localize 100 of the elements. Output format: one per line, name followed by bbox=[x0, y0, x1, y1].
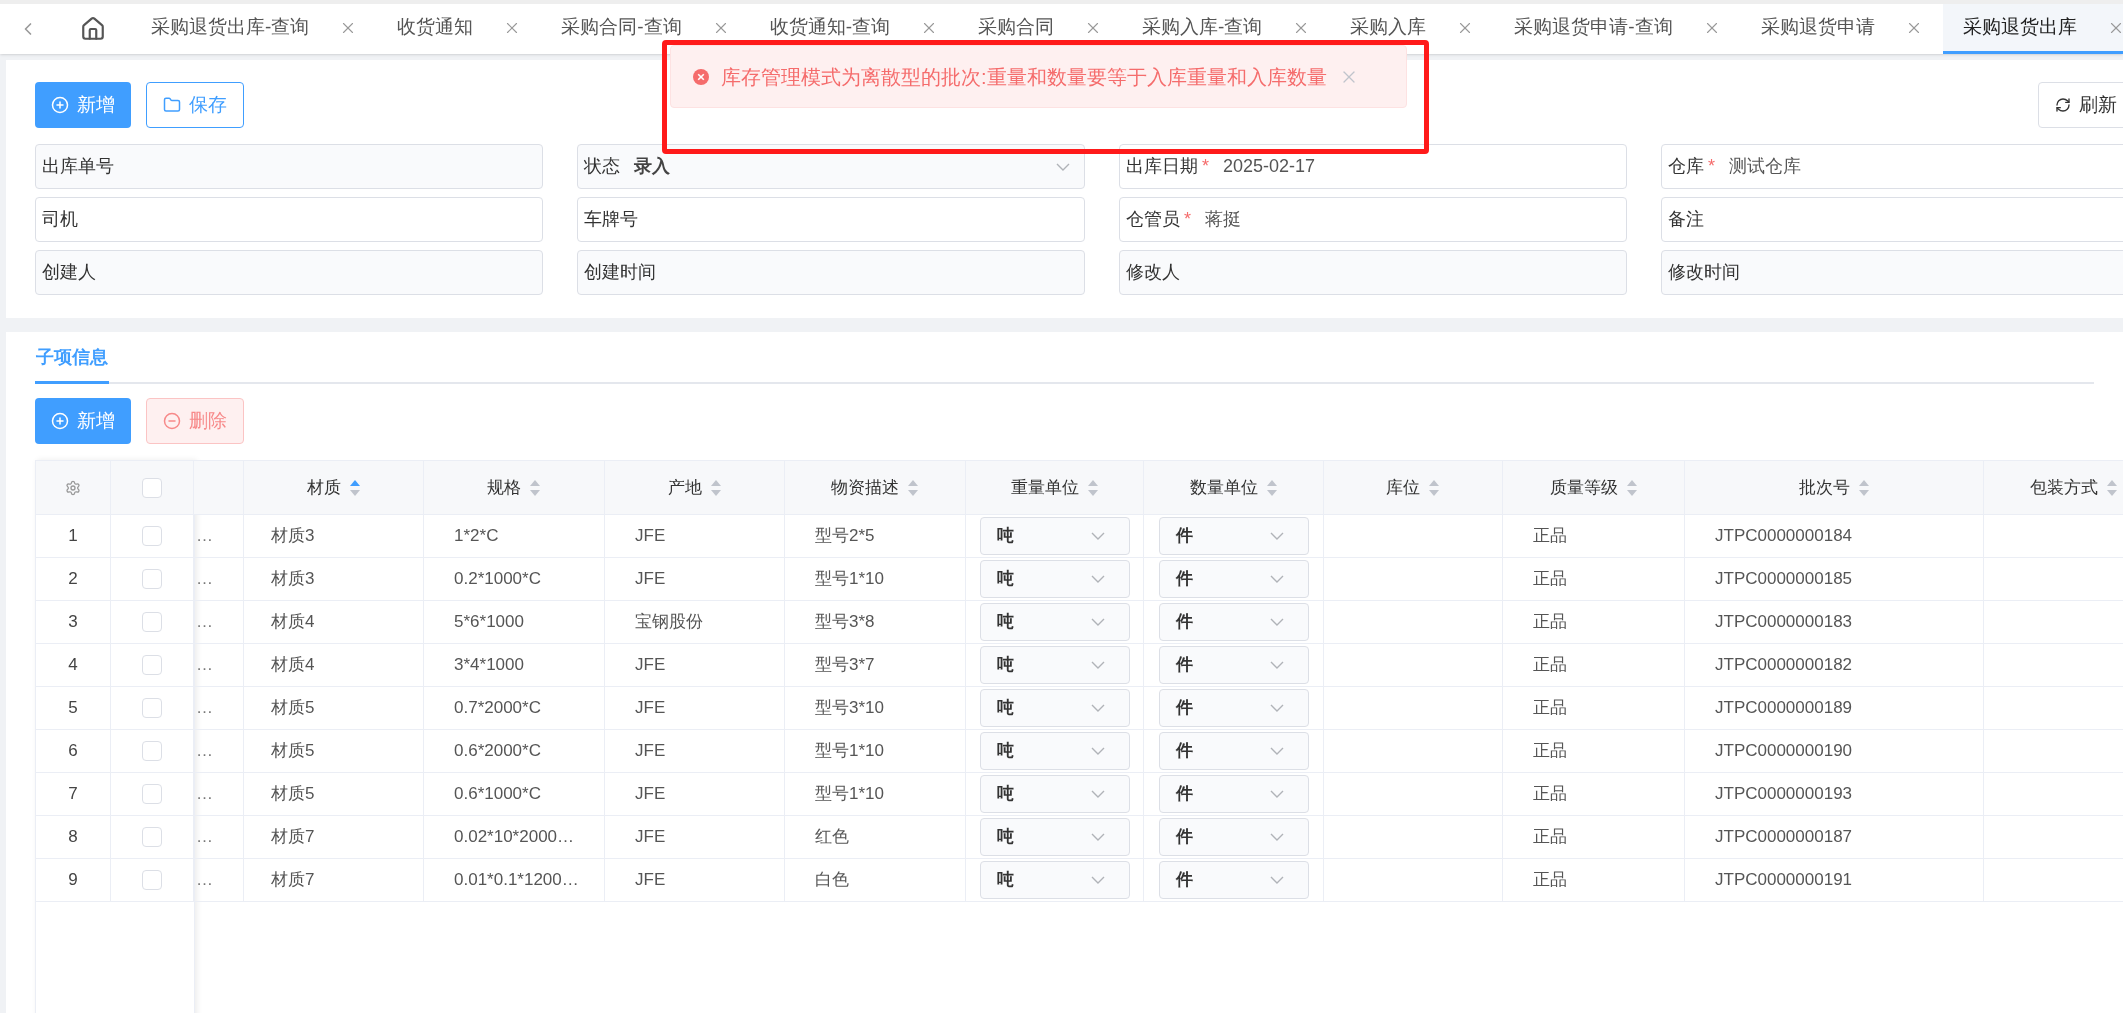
row-number: 2 bbox=[35, 557, 111, 601]
form-field[interactable]: 修改时间 bbox=[1661, 250, 2123, 295]
table-cell: 型号1*10 bbox=[784, 557, 966, 601]
unit-select[interactable]: 件 bbox=[1158, 560, 1309, 598]
form-field[interactable]: 出库单号 bbox=[35, 144, 543, 189]
page-tab[interactable]: 采购退货申请-查询 bbox=[1494, 4, 1741, 54]
column-header[interactable]: 批次号 bbox=[1684, 460, 1984, 515]
column-header[interactable]: 质量等级 bbox=[1502, 460, 1685, 515]
column-header[interactable]: 规格 bbox=[423, 460, 605, 515]
unit-select[interactable]: 吨 bbox=[979, 689, 1130, 727]
form-field[interactable]: 创建时间 bbox=[577, 250, 1085, 295]
column-header[interactable]: 包装方式 bbox=[1983, 460, 2123, 515]
unit-select[interactable]: 件 bbox=[1158, 603, 1309, 641]
row-number: 8 bbox=[35, 815, 111, 859]
form-field[interactable]: 车牌号 bbox=[577, 197, 1085, 242]
field-label: 司机 bbox=[42, 208, 78, 231]
refresh-button[interactable]: 刷新 bbox=[2038, 82, 2123, 128]
page-tab[interactable]: 收货通知 bbox=[377, 4, 542, 54]
unit-select[interactable]: 件 bbox=[1158, 517, 1309, 555]
chevron-down-icon bbox=[1269, 833, 1284, 841]
table-cell: 型号1*10 bbox=[784, 772, 966, 816]
table-cell: … bbox=[193, 858, 244, 902]
unit-select[interactable]: 吨 bbox=[979, 517, 1130, 555]
table-cell: 正品 bbox=[1502, 557, 1685, 601]
unit-select[interactable]: 吨 bbox=[979, 560, 1130, 598]
table-cell: JFE bbox=[604, 686, 785, 730]
form-field[interactable]: 修改人 bbox=[1119, 250, 1627, 295]
page-tab[interactable]: 采购退货申请 bbox=[1740, 4, 1943, 54]
minus-circle-icon bbox=[163, 412, 181, 430]
page-tab[interactable]: 收货通知-查询 bbox=[749, 4, 958, 54]
column-header[interactable]: 库位 bbox=[1323, 460, 1503, 515]
checkbox[interactable] bbox=[142, 612, 162, 632]
home-icon[interactable] bbox=[80, 16, 106, 42]
column-header[interactable]: 产地 bbox=[604, 460, 785, 515]
table-cell: 0.02*10*2000… bbox=[423, 815, 605, 859]
field-label: 创建人 bbox=[42, 261, 96, 284]
table-cell: 0.2*1000*C bbox=[423, 557, 605, 601]
page-tab[interactable]: 采购入库 bbox=[1330, 4, 1495, 54]
table-cell: 正品 bbox=[1502, 600, 1685, 644]
row-number: 3 bbox=[35, 600, 111, 644]
unit-select[interactable]: 件 bbox=[1158, 646, 1309, 684]
checkbox[interactable] bbox=[142, 784, 162, 804]
page-tab[interactable]: 采购退货出库-查询 bbox=[131, 4, 378, 54]
required-mark: * bbox=[1184, 208, 1191, 231]
page-tab[interactable]: 采购退货出库 bbox=[1942, 4, 2123, 54]
column-header[interactable]: 数量单位 bbox=[1143, 460, 1324, 515]
unit-select[interactable]: 件 bbox=[1158, 861, 1309, 899]
table-cell: 正品 bbox=[1502, 686, 1685, 730]
unit-select[interactable]: 件 bbox=[1158, 732, 1309, 770]
column-header[interactable]: 物资描述 bbox=[784, 460, 966, 515]
chevron-down-icon bbox=[1269, 876, 1284, 884]
settings-icon[interactable] bbox=[65, 479, 81, 496]
checkbox[interactable] bbox=[142, 526, 162, 546]
checkbox[interactable] bbox=[142, 870, 162, 890]
unit-select[interactable]: 吨 bbox=[979, 603, 1130, 641]
table-cell: … bbox=[193, 514, 244, 558]
form-field[interactable]: 出库日期 * 2025-02-17 bbox=[1119, 144, 1627, 189]
unit-select[interactable]: 吨 bbox=[979, 818, 1130, 856]
table-cell: JTPC0000000182 bbox=[1684, 643, 1984, 687]
table-cell: 材质3 bbox=[243, 557, 424, 601]
chevron-down-icon bbox=[1090, 747, 1105, 755]
checkbox[interactable] bbox=[142, 655, 162, 675]
checkbox[interactable] bbox=[142, 741, 162, 761]
unit-select[interactable]: 件 bbox=[1158, 689, 1309, 727]
unit-select[interactable]: 吨 bbox=[979, 775, 1130, 813]
chevron-down-icon bbox=[1090, 575, 1105, 583]
checkbox[interactable] bbox=[142, 698, 162, 718]
unit-select[interactable]: 件 bbox=[1158, 775, 1309, 813]
table-cell: 0.6*1000*C bbox=[423, 772, 605, 816]
table-cell: JFE bbox=[604, 514, 785, 558]
page-tab[interactable]: 采购合同-查询 bbox=[541, 4, 750, 54]
form-field[interactable]: 备注 bbox=[1661, 197, 2123, 242]
form-field[interactable]: 仓管员 * 蒋挺 bbox=[1119, 197, 1627, 242]
form-field[interactable]: 创建人 bbox=[35, 250, 543, 295]
row-number: 9 bbox=[35, 858, 111, 902]
field-label: 车牌号 bbox=[584, 208, 638, 231]
table-cell: JFE bbox=[604, 729, 785, 773]
table-cell: 正品 bbox=[1502, 643, 1685, 687]
column-header[interactable]: 重量单位 bbox=[965, 460, 1144, 515]
page-tab[interactable]: 采购入库-查询 bbox=[1122, 4, 1331, 54]
form-field[interactable]: 司机 bbox=[35, 197, 543, 242]
table-cell: JTPC0000000184 bbox=[1684, 514, 1984, 558]
unit-select[interactable]: 吨 bbox=[979, 732, 1130, 770]
form-field[interactable]: 状态 录入 bbox=[577, 144, 1085, 189]
checkbox[interactable] bbox=[142, 569, 162, 589]
checkbox[interactable] bbox=[142, 477, 162, 498]
unit-select[interactable]: 吨 bbox=[979, 861, 1130, 899]
table-cell: 材质5 bbox=[243, 772, 424, 816]
table-cell: 5*6*1000 bbox=[423, 600, 605, 644]
form-field[interactable]: 仓库 * 测试仓库 bbox=[1661, 144, 2123, 189]
chevron-down-icon bbox=[1269, 575, 1284, 583]
table-cell: 材质5 bbox=[243, 729, 424, 773]
unit-select[interactable]: 吨 bbox=[979, 646, 1130, 684]
checkbox[interactable] bbox=[142, 827, 162, 847]
unit-select[interactable]: 件 bbox=[1158, 818, 1309, 856]
field-value: 测试仓库 bbox=[1729, 155, 1801, 178]
column-header[interactable]: 材质 bbox=[243, 460, 424, 515]
page-tab[interactable]: 采购合同 bbox=[958, 4, 1122, 54]
table-cell: 材质7 bbox=[243, 815, 424, 859]
table-cell: … bbox=[193, 643, 244, 687]
